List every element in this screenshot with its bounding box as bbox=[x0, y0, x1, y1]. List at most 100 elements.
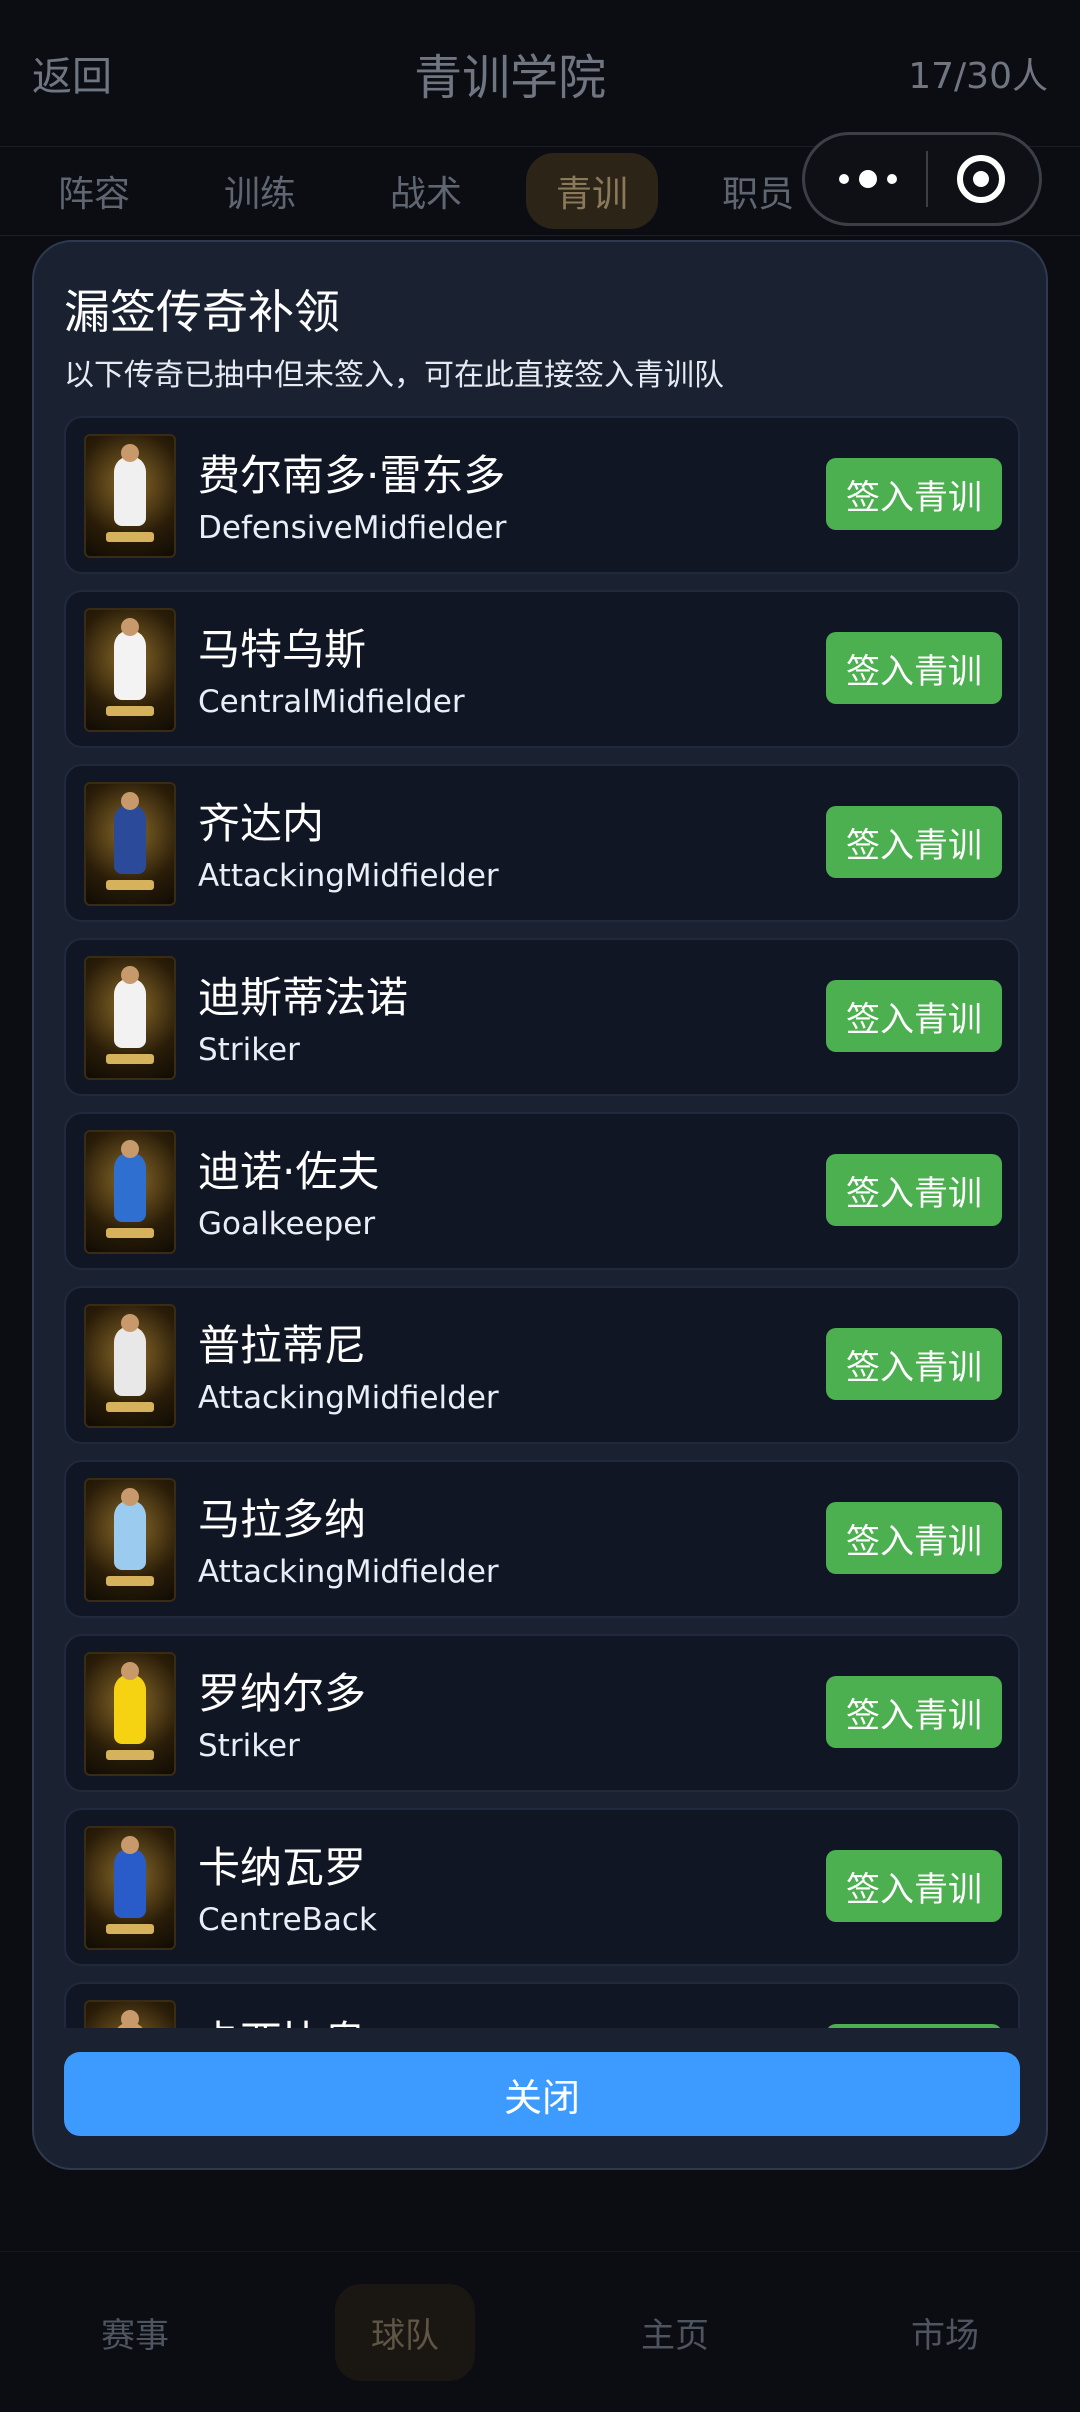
player-position: DefensiveMidfielder bbox=[198, 510, 507, 546]
player-name: 马拉多纳 bbox=[198, 1495, 367, 1544]
player-head bbox=[121, 2010, 139, 2028]
card-nameplate bbox=[106, 1402, 154, 1412]
player-card-image bbox=[84, 1304, 176, 1428]
player-position: AttackingMidfielder bbox=[198, 858, 499, 894]
list-item: 马拉多纳 AttackingMidfielder 签入青训 bbox=[64, 1460, 1020, 1618]
player-kit bbox=[114, 1152, 146, 1222]
close-button[interactable]: 关闭 bbox=[64, 2052, 1020, 2136]
bottom-nav: 赛事 球队 主页 市场 bbox=[0, 2251, 1080, 2412]
sign-youth-button[interactable]: 签入青训 bbox=[826, 1328, 1002, 1400]
sign-youth-button[interactable]: 签入青训 bbox=[826, 806, 1002, 878]
player-name: 费尔南多·雷东多 bbox=[198, 451, 506, 500]
list-item: 卡西比奥签入青训 bbox=[64, 1982, 1020, 2028]
player-head bbox=[121, 444, 139, 462]
page-title: 青训学院 bbox=[414, 50, 607, 106]
player-position: Goalkeeper bbox=[198, 1206, 376, 1242]
player-position: Striker bbox=[198, 1032, 300, 1068]
nav-market[interactable]: 市场 bbox=[875, 2284, 1015, 2381]
player-name: 齐达内 bbox=[198, 799, 325, 848]
close-miniprogram-icon[interactable] bbox=[957, 155, 1005, 203]
tab-training[interactable]: 训练 bbox=[194, 153, 326, 229]
card-nameplate bbox=[106, 1924, 154, 1934]
player-kit bbox=[114, 978, 146, 1048]
sign-youth-button[interactable]: 签入青训 bbox=[826, 1502, 1002, 1574]
player-name: 卡西比奥 bbox=[198, 2008, 366, 2028]
legend-claim-dialog: 漏签传奇补领 以下传奇已抽中但未签入，可在此直接签入青训队 费尔南多·雷东多 De… bbox=[32, 240, 1048, 2170]
player-kit bbox=[114, 630, 146, 700]
miniprogram-capsule bbox=[802, 132, 1042, 226]
target-dot bbox=[973, 171, 989, 187]
player-kit bbox=[114, 456, 146, 526]
player-card-image bbox=[84, 2000, 176, 2028]
player-position: CentreBack bbox=[198, 1902, 377, 1938]
player-kit bbox=[114, 1500, 146, 1570]
member-count: 17/30人 bbox=[908, 56, 1048, 97]
nav-home[interactable]: 主页 bbox=[605, 2284, 745, 2381]
more-icon[interactable] bbox=[839, 170, 897, 188]
player-kit bbox=[114, 1674, 146, 1744]
player-card-image bbox=[84, 1130, 176, 1254]
sign-youth-button[interactable]: 签入青训 bbox=[826, 1154, 1002, 1226]
list-item: 马特乌斯 CentralMidfielder 签入青训 bbox=[64, 590, 1020, 748]
nav-team[interactable]: 球队 bbox=[335, 2283, 475, 2381]
player-head bbox=[121, 618, 139, 636]
tab-youth[interactable]: 青训 bbox=[526, 153, 659, 229]
player-head bbox=[121, 1662, 139, 1680]
card-nameplate bbox=[106, 880, 154, 890]
card-nameplate bbox=[106, 1228, 154, 1238]
list-item: 齐达内 AttackingMidfielder 签入青训 bbox=[64, 764, 1020, 922]
player-name: 罗纳尔多 bbox=[198, 1669, 367, 1718]
card-nameplate bbox=[106, 532, 154, 542]
player-name: 迪斯蒂法诺 bbox=[198, 973, 409, 1022]
card-nameplate bbox=[106, 1576, 154, 1586]
list-item: 普拉蒂尼 AttackingMidfielder 签入青训 bbox=[64, 1286, 1020, 1444]
player-head bbox=[121, 966, 139, 984]
list-item: 迪诺·佐夫 Goalkeeper 签入青训 bbox=[64, 1112, 1020, 1270]
player-head bbox=[121, 1836, 139, 1854]
dot bbox=[859, 170, 877, 188]
nav-matches[interactable]: 赛事 bbox=[65, 2284, 205, 2381]
player-head bbox=[121, 1314, 139, 1332]
dot bbox=[839, 174, 849, 184]
player-position: AttackingMidfielder bbox=[198, 1380, 499, 1416]
list-item: 罗纳尔多 Striker 签入青训 bbox=[64, 1634, 1020, 1792]
player-card-image bbox=[84, 1478, 176, 1602]
player-head bbox=[121, 1140, 139, 1158]
sign-youth-button[interactable]: 签入青训 bbox=[826, 458, 1002, 530]
player-head bbox=[121, 1488, 139, 1506]
legend-list[interactable]: 费尔南多·雷东多 DefensiveMidfielder 签入青训 马特乌斯 Centr… bbox=[64, 416, 1020, 2028]
player-card-image bbox=[84, 1652, 176, 1776]
player-card-image bbox=[84, 608, 176, 732]
player-position: Striker bbox=[198, 1728, 300, 1764]
dialog-title: 漏签传奇补领 bbox=[64, 285, 340, 339]
top-bar: 返回 青训学院 17/30人 bbox=[0, 0, 1080, 146]
card-nameplate bbox=[106, 1750, 154, 1760]
player-name: 卡纳瓦罗 bbox=[198, 1843, 367, 1892]
player-card-image bbox=[84, 782, 176, 906]
player-position: AttackingMidfielder bbox=[198, 1554, 499, 1590]
player-kit bbox=[114, 1848, 146, 1918]
list-item: 费尔南多·雷东多 DefensiveMidfielder 签入青训 bbox=[64, 416, 1020, 574]
player-name: 马特乌斯 bbox=[198, 625, 367, 674]
card-nameplate bbox=[106, 1054, 154, 1064]
capsule-divider bbox=[926, 151, 928, 207]
sign-youth-button[interactable]: 签入青训 bbox=[826, 632, 1002, 704]
dot bbox=[887, 174, 897, 184]
list-item: 卡纳瓦罗 CentreBack 签入青训 bbox=[64, 1808, 1020, 1966]
player-card-image bbox=[84, 956, 176, 1080]
sign-youth-button[interactable]: 签入青训 bbox=[826, 2024, 1002, 2028]
player-name: 迪诺·佐夫 bbox=[198, 1147, 380, 1196]
player-kit bbox=[114, 804, 146, 874]
player-card-image bbox=[84, 1826, 176, 1950]
sign-youth-button[interactable]: 签入青训 bbox=[826, 1676, 1002, 1748]
back-button[interactable]: 返回 bbox=[32, 44, 112, 102]
sign-youth-button[interactable]: 签入青训 bbox=[826, 980, 1002, 1052]
tab-tactics[interactable]: 战术 bbox=[360, 153, 492, 229]
list-item: 迪斯蒂法诺 Striker 签入青训 bbox=[64, 938, 1020, 1096]
card-nameplate bbox=[106, 706, 154, 716]
sign-youth-button[interactable]: 签入青训 bbox=[826, 1850, 1002, 1922]
player-position: CentralMidfielder bbox=[198, 684, 465, 720]
tab-lineup[interactable]: 阵容 bbox=[28, 153, 160, 229]
player-head bbox=[121, 792, 139, 810]
dialog-subtitle: 以下传奇已抽中但未签入，可在此直接签入青训队 bbox=[64, 358, 724, 393]
